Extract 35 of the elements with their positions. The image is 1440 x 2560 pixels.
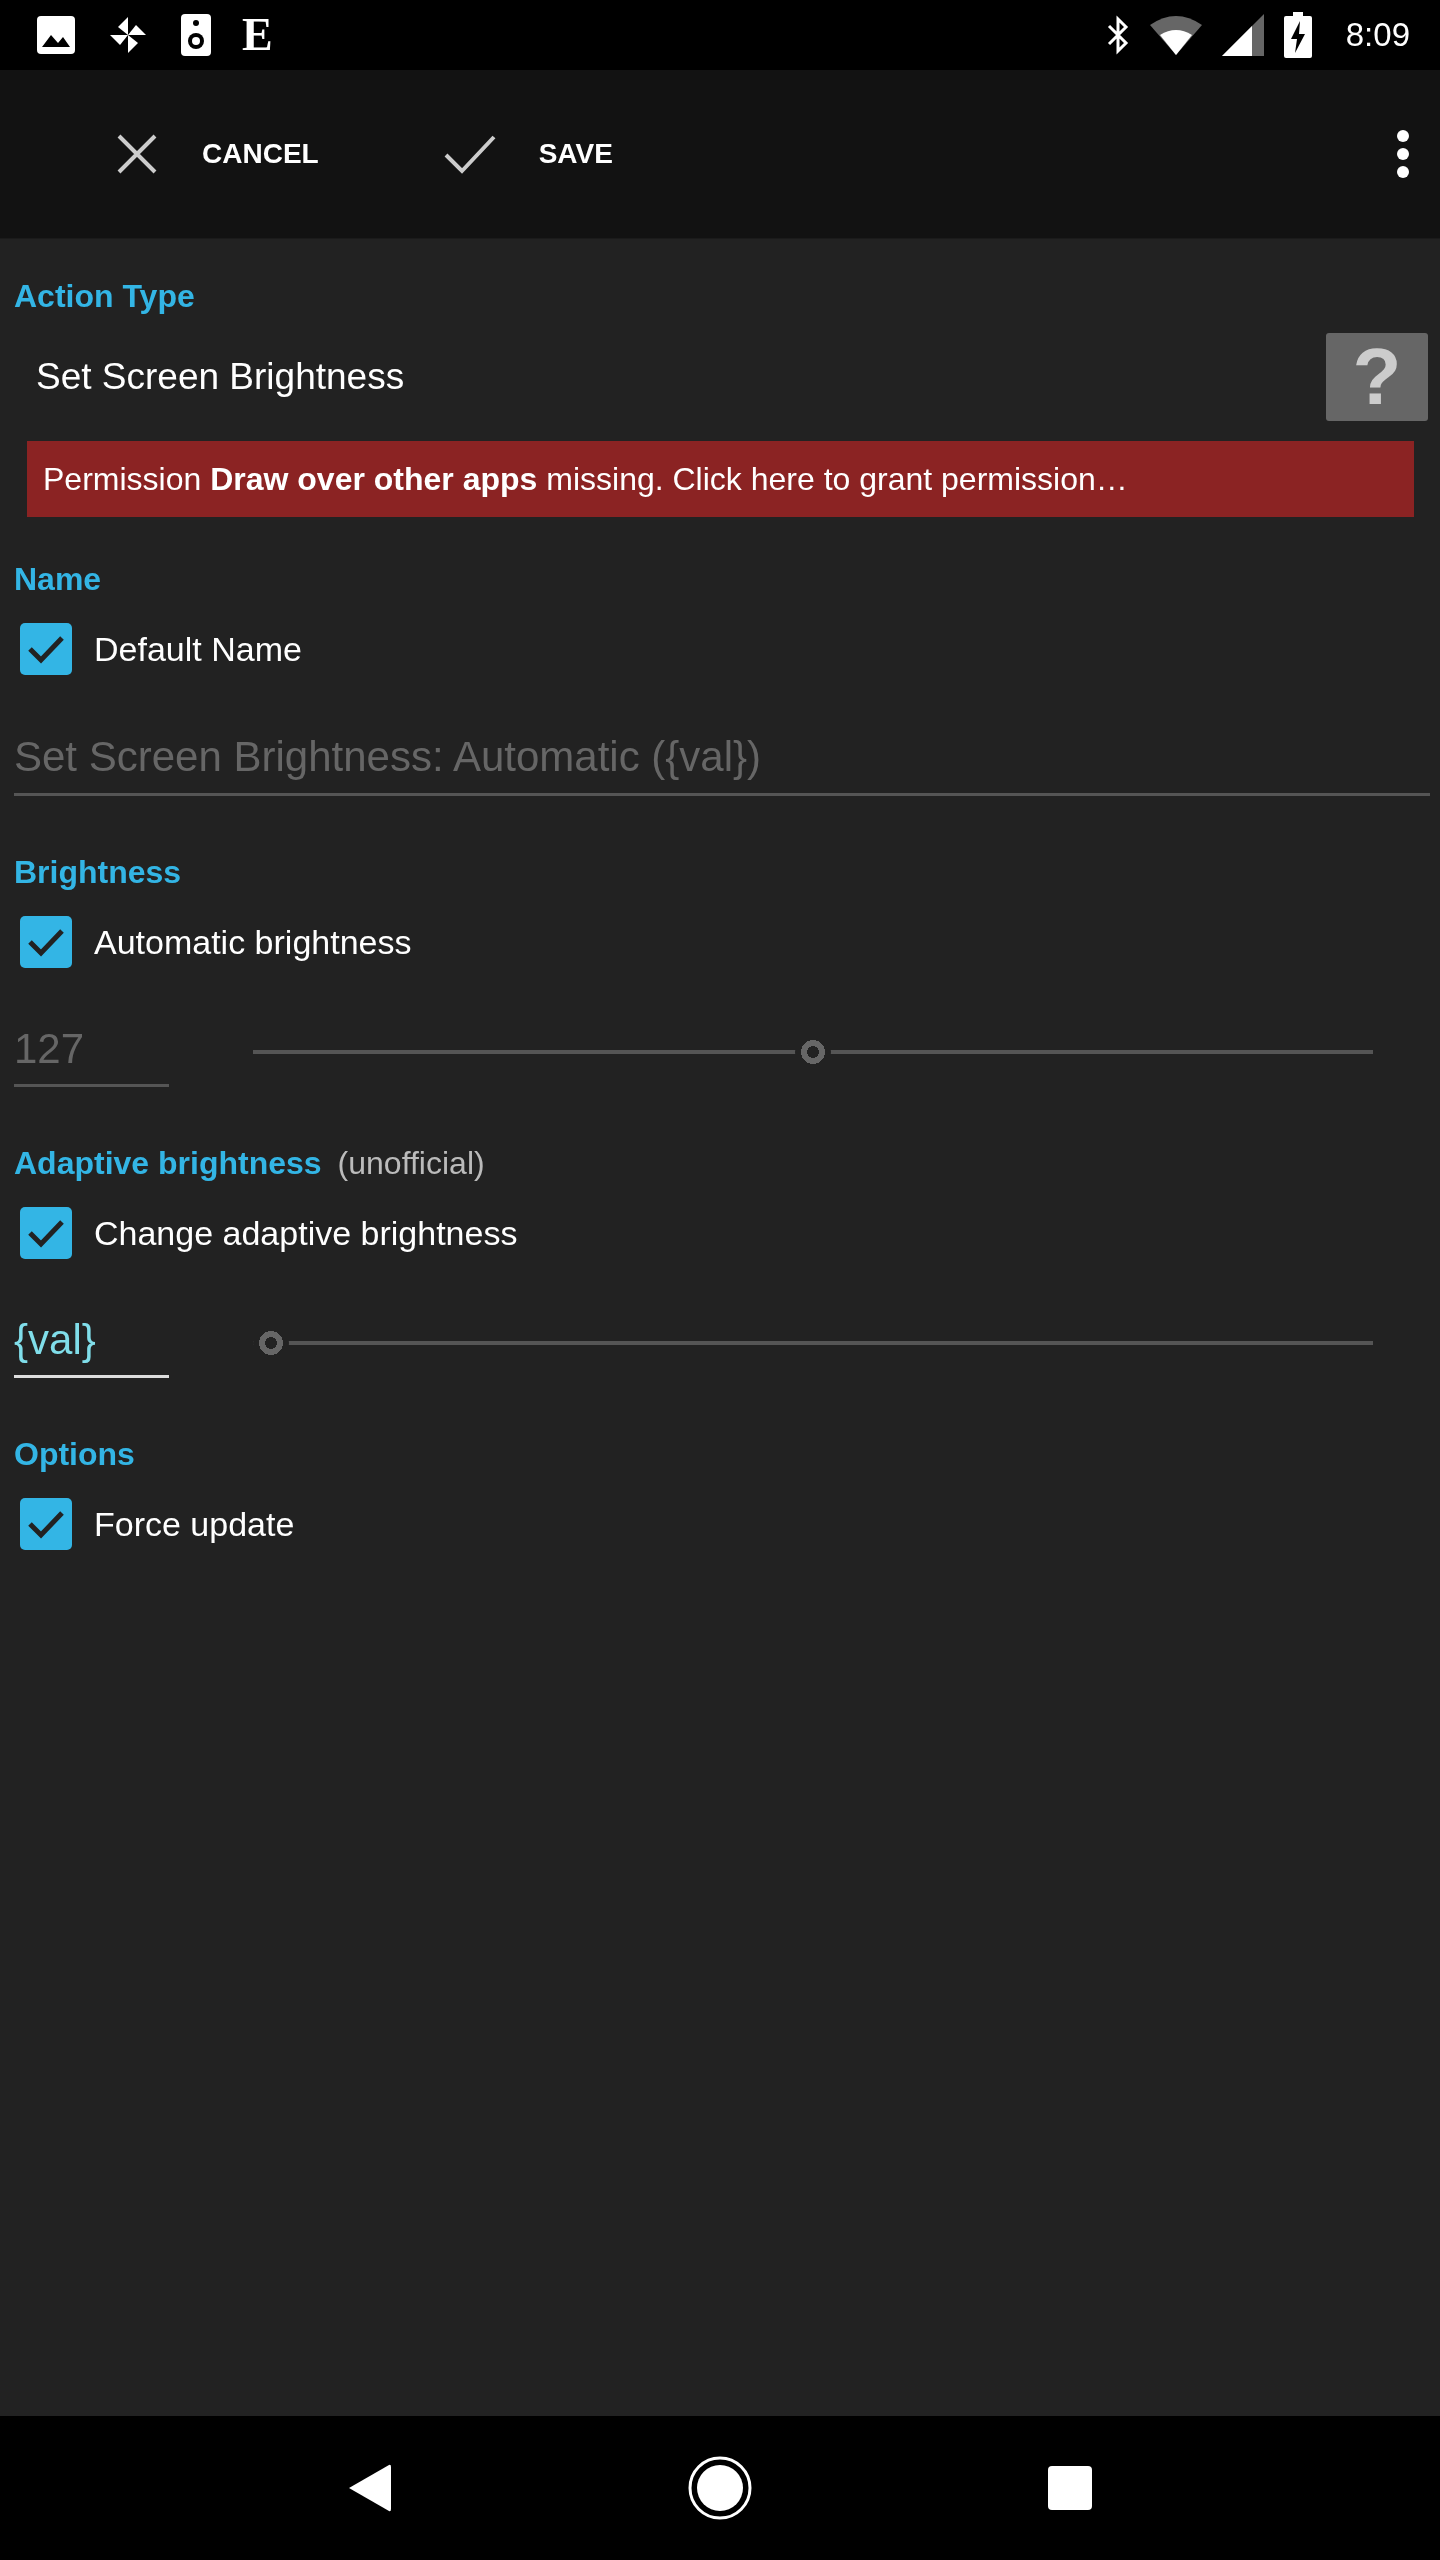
save-button[interactable]: SAVE [432, 123, 623, 185]
checkbox-label: Automatic brightness [94, 922, 412, 962]
section-note: (unofficial) [337, 1144, 485, 1182]
section-title: Brightness [14, 853, 182, 891]
name-field[interactable]: Set Screen Brightness: Automatic ({val}) [14, 726, 1430, 796]
check-icon [442, 133, 497, 175]
checkbox[interactable] [20, 916, 72, 968]
value-field[interactable]: {val} [14, 1308, 169, 1378]
section-title: Adaptive brightness [14, 1144, 322, 1182]
checkbox[interactable] [20, 1498, 72, 1550]
checkbox-label: Change adaptive brightness [94, 1213, 518, 1253]
battery-charging-icon [1283, 12, 1312, 58]
bluetooth-icon [1105, 14, 1130, 56]
checkbox[interactable] [20, 623, 72, 675]
clock-time: 8:09 [1345, 16, 1410, 54]
action-type-value: Set Screen Brightness [36, 356, 405, 398]
section-title: Options [14, 1435, 135, 1473]
image-icon [36, 15, 76, 55]
checkbox-label: Force update [94, 1504, 295, 1544]
section-title: Name [14, 560, 102, 598]
more-options-icon[interactable] [1396, 129, 1410, 179]
signal-icon [1221, 14, 1264, 56]
help-button[interactable]: ? [1326, 333, 1428, 421]
recents-icon[interactable] [1047, 2465, 1093, 2511]
speaker-icon [180, 13, 212, 57]
cancel-button[interactable]: CANCEL [106, 123, 329, 185]
back-icon[interactable] [347, 2462, 393, 2514]
checkbox[interactable] [20, 1207, 72, 1259]
home-icon[interactable] [687, 2455, 753, 2521]
permission-warning[interactable]: Permission Draw over other apps missing. Click here to grant permission… [27, 441, 1414, 517]
wifi-icon [1149, 15, 1202, 55]
close-icon [116, 133, 158, 175]
section-title: Action Type [14, 277, 195, 315]
app-glyph: E [242, 12, 273, 58]
checkbox-label: Default Name [94, 629, 302, 669]
